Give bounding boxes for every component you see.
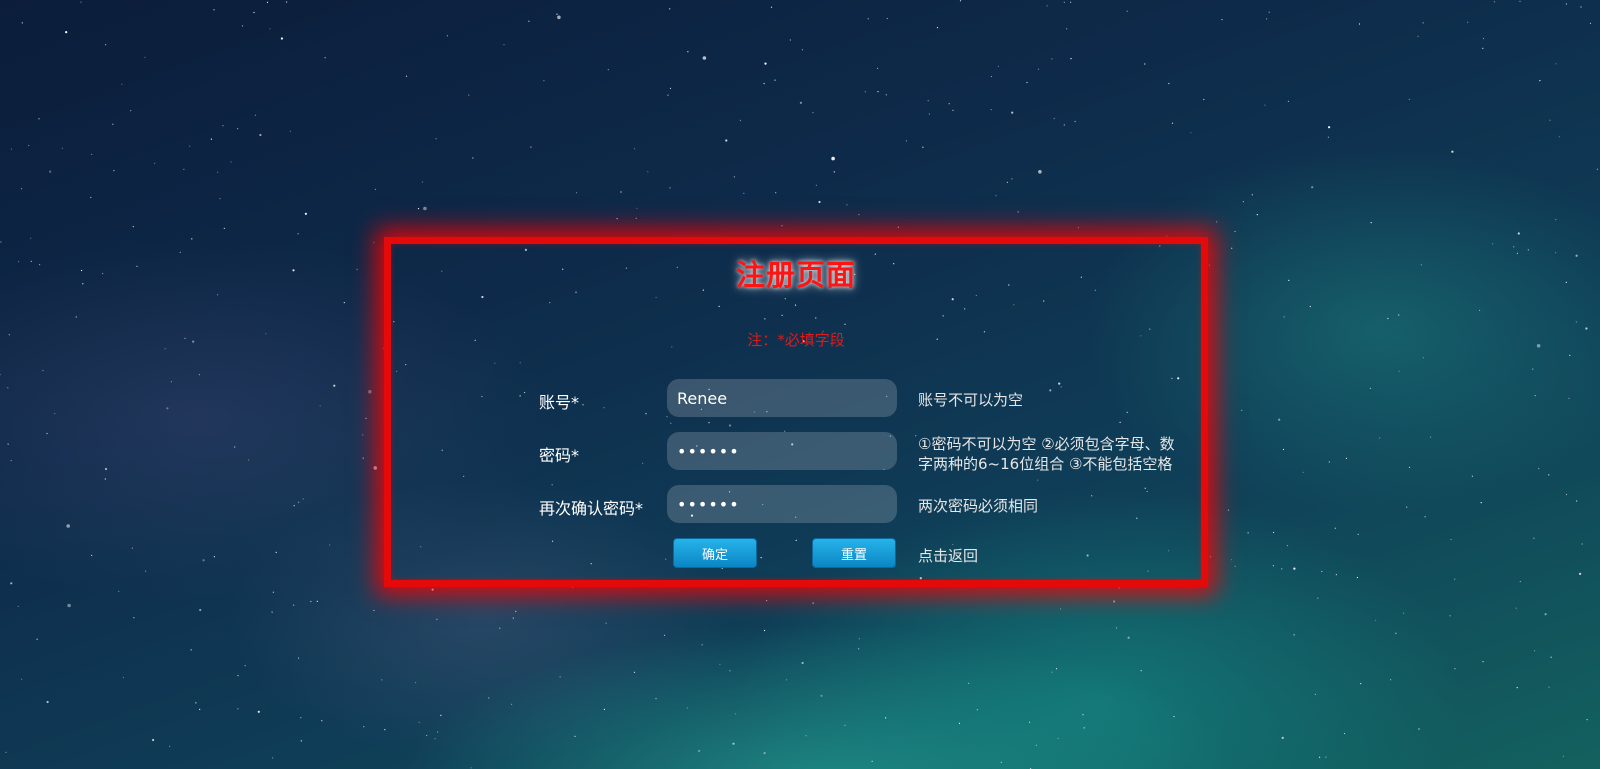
password-hint-line-1: ①密码不可以为空 ②必须包含字母、数 bbox=[918, 435, 1175, 453]
account-hint: 账号不可以为空 bbox=[918, 391, 1024, 409]
register-panel: 注册页面 注：*必填字段 账号* 账号不可以为空 密码* ①密码不可以为空 ②必… bbox=[384, 237, 1208, 587]
password-hint: ①密码不可以为空 ②必须包含字母、数 字两种的6~16位组合 ③不能包括空格 bbox=[918, 434, 1175, 474]
password-input[interactable] bbox=[667, 432, 897, 470]
reset-button[interactable]: 重置 bbox=[812, 538, 896, 568]
confirm-password-input[interactable] bbox=[667, 485, 897, 523]
account-input[interactable] bbox=[667, 379, 897, 417]
page-title: 注册页面 bbox=[735, 258, 856, 292]
back-link[interactable]: 点击返回 bbox=[918, 545, 978, 566]
required-fields-note: 注：*必填字段 bbox=[747, 331, 845, 349]
password-label: 密码* bbox=[539, 446, 580, 465]
account-label: 账号* bbox=[539, 393, 580, 412]
confirm-button[interactable]: 确定 bbox=[673, 538, 757, 568]
confirm-password-label: 再次确认密码* bbox=[539, 499, 644, 518]
confirm-password-hint: 两次密码必须相同 bbox=[918, 497, 1039, 515]
password-hint-line-2: 字两种的6~16位组合 ③不能包括空格 bbox=[918, 455, 1173, 473]
